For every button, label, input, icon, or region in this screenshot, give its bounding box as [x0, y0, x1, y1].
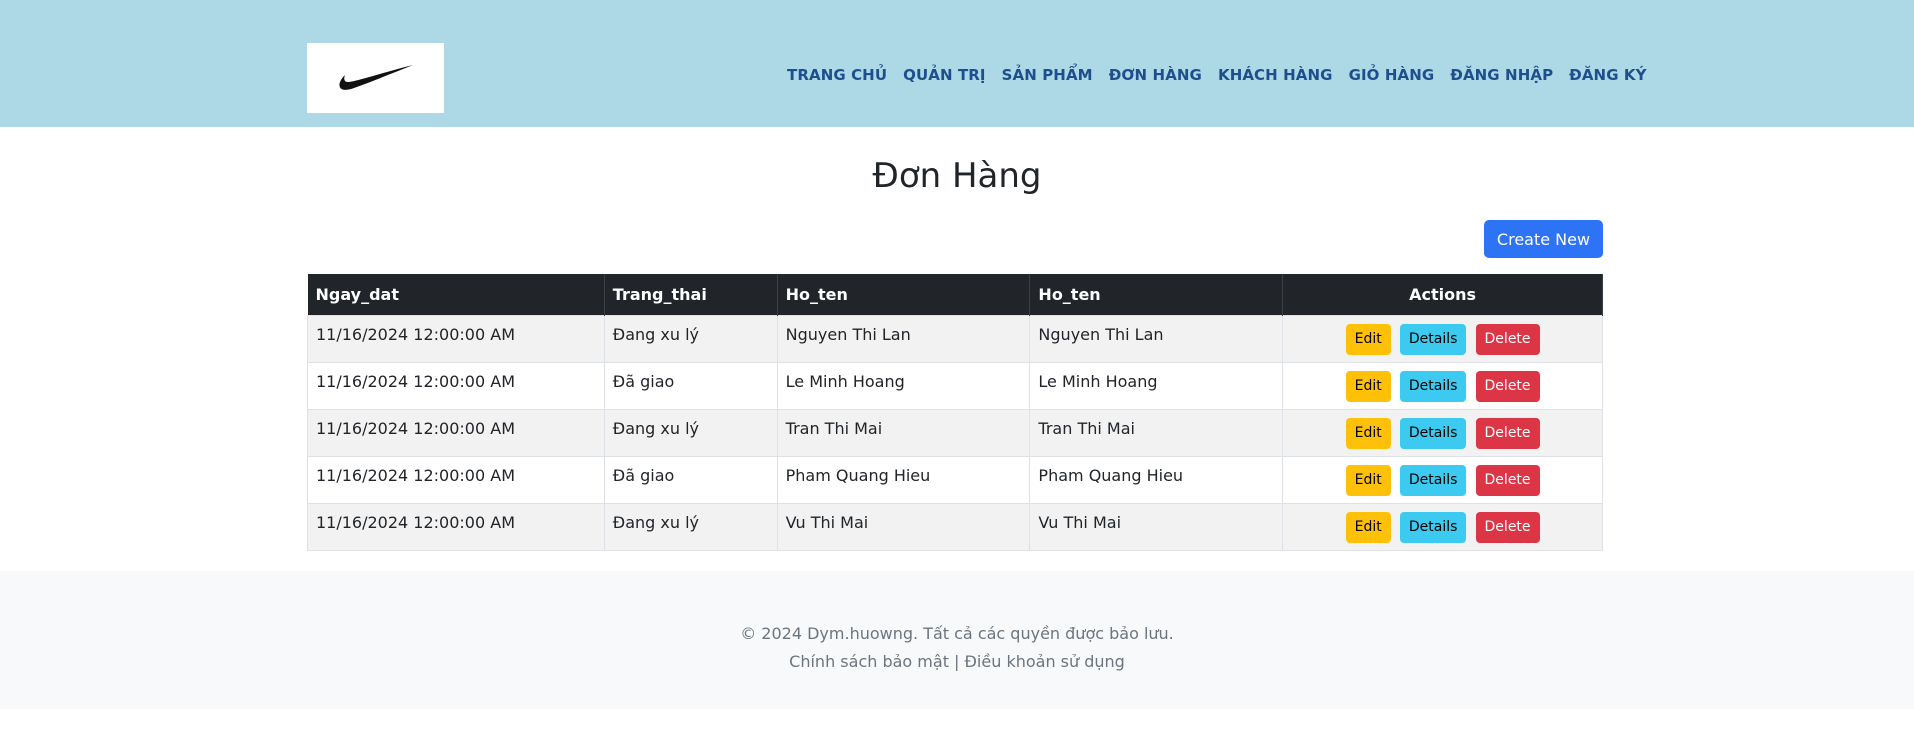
details-button[interactable]: Details: [1399, 512, 1467, 543]
edit-button[interactable]: Edit: [1345, 371, 1391, 402]
delete-button[interactable]: Delete: [1475, 371, 1540, 402]
table-header-row: Ngay_dat Trang_thai Ho_ten Ho_ten Action…: [307, 274, 1603, 316]
create-new-button[interactable]: Create New: [1484, 220, 1603, 258]
cell-actions: Edit Details Delete: [1282, 503, 1603, 551]
copyright-text: © 2024 Dym.huowng. Tất cả các quyền được…: [740, 624, 1174, 643]
cell-trang-thai: Đang xu lý: [603, 315, 778, 363]
column-header-trang-thai[interactable]: Trang_thai: [604, 274, 778, 316]
cell-trang-thai: Đã giao: [603, 456, 778, 504]
cell-actions: Edit Details Delete: [1282, 409, 1603, 457]
delete-button[interactable]: Delete: [1475, 512, 1540, 543]
nav-link-gio-hang[interactable]: GIỎ HÀNG: [1349, 66, 1435, 84]
table-row: 11/16/2024 12:00:00 AM Đã giao Pham Quan…: [307, 456, 1603, 504]
cell-trang-thai: Đang xu lý: [603, 409, 778, 457]
cell-ho-ten: Nguyen Thi Lan: [776, 315, 1031, 363]
cell-ho-ten: Tran Thi Mai: [776, 409, 1031, 457]
footer-links[interactable]: Chính sách bảo mật | Điều khoản sử dụng: [0, 652, 1914, 671]
cell-ho-ten-2: Nguyen Thi Lan: [1029, 315, 1284, 363]
cell-ho-ten-2: Le Minh Hoang: [1029, 362, 1284, 410]
edit-button[interactable]: Edit: [1345, 512, 1391, 543]
table-row: 11/16/2024 12:00:00 AM Đã giao Le Minh H…: [307, 362, 1603, 410]
details-button[interactable]: Details: [1399, 371, 1467, 402]
nav-link-quan-tri[interactable]: QUẢN TRỊ: [903, 66, 985, 84]
cell-ngay-dat: 11/16/2024 12:00:00 AM: [307, 503, 605, 551]
cell-trang-thai: Đã giao: [603, 362, 778, 410]
nav-link-khach-hang[interactable]: KHÁCH HÀNG: [1218, 66, 1333, 84]
cell-ho-ten: Vu Thi Mai: [776, 503, 1031, 551]
cell-trang-thai: Đang xu lý: [603, 503, 778, 551]
cell-ngay-dat: 11/16/2024 12:00:00 AM: [307, 362, 605, 410]
details-button[interactable]: Details: [1399, 418, 1467, 449]
edit-button[interactable]: Edit: [1345, 324, 1391, 355]
edit-button[interactable]: Edit: [1345, 418, 1391, 449]
cell-ho-ten-2: Vu Thi Mai: [1029, 503, 1284, 551]
table-row: 11/16/2024 12:00:00 AM Đang xu lý Vu Thi…: [307, 503, 1603, 551]
site-header: TRANG CHỦ QUẢN TRỊ SẢN PHẨM ĐƠN HÀNG KHÁ…: [0, 0, 1914, 127]
delete-button[interactable]: Delete: [1475, 418, 1540, 449]
main-nav: TRANG CHỦ QUẢN TRỊ SẢN PHẨM ĐƠN HÀNG KHÁ…: [787, 66, 1647, 84]
cell-ho-ten: Pham Quang Hieu: [776, 456, 1031, 504]
nav-link-don-hang[interactable]: ĐƠN HÀNG: [1109, 66, 1202, 84]
cell-ho-ten-2: Tran Thi Mai: [1029, 409, 1284, 457]
nav-link-dang-ky[interactable]: ĐĂNG KÝ: [1569, 66, 1646, 84]
cell-actions: Edit Details Delete: [1282, 315, 1603, 363]
site-footer: © 2024 Dym.huowng. Tất cả các quyền được…: [0, 571, 1914, 709]
details-button[interactable]: Details: [1399, 324, 1467, 355]
nav-link-dang-nhap[interactable]: ĐĂNG NHẬP: [1450, 66, 1553, 84]
nav-link-san-pham[interactable]: SẢN PHẨM: [1002, 66, 1093, 84]
delete-button[interactable]: Delete: [1475, 324, 1540, 355]
cell-ngay-dat: 11/16/2024 12:00:00 AM: [307, 409, 605, 457]
cell-ngay-dat: 11/16/2024 12:00:00 AM: [307, 456, 605, 504]
orders-table: Ngay_dat Trang_thai Ho_ten Ho_ten Action…: [307, 274, 1603, 551]
logo[interactable]: [307, 43, 444, 113]
column-header-ho-ten-2[interactable]: Ho_ten: [1029, 274, 1284, 316]
cell-ngay-dat: 11/16/2024 12:00:00 AM: [307, 315, 605, 363]
cell-ho-ten: Le Minh Hoang: [776, 362, 1031, 410]
table-row: 11/16/2024 12:00:00 AM Đang xu lý Tran T…: [307, 409, 1603, 457]
column-header-ho-ten[interactable]: Ho_ten: [777, 274, 1031, 316]
cell-actions: Edit Details Delete: [1282, 362, 1603, 410]
column-header-ngay-dat[interactable]: Ngay_dat: [307, 274, 605, 316]
details-button[interactable]: Details: [1399, 465, 1467, 496]
cell-ho-ten-2: Pham Quang Hieu: [1029, 456, 1284, 504]
edit-button[interactable]: Edit: [1345, 465, 1391, 496]
page-title: Đơn Hàng: [872, 156, 1042, 196]
column-header-actions: Actions: [1282, 274, 1603, 316]
nav-link-trang-chu[interactable]: TRANG CHỦ: [787, 66, 887, 84]
swoosh-logo-icon: [338, 65, 413, 90]
table-row: 11/16/2024 12:00:00 AM Đang xu lý Nguyen…: [307, 315, 1603, 363]
cell-actions: Edit Details Delete: [1282, 456, 1603, 504]
delete-button[interactable]: Delete: [1475, 465, 1540, 496]
